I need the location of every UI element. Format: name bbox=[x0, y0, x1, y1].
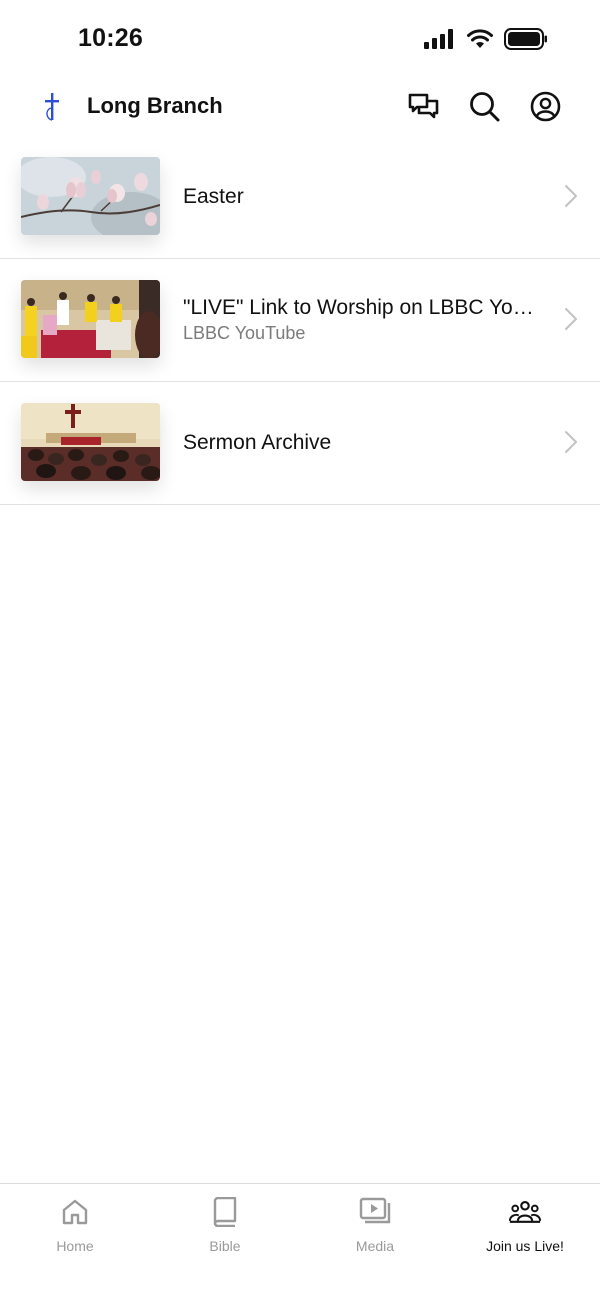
status-time: 10:26 bbox=[78, 24, 143, 52]
app-title: Long Branch bbox=[87, 93, 223, 118]
media-icon bbox=[359, 1196, 391, 1228]
tab-media[interactable]: Media bbox=[300, 1184, 450, 1264]
header-actions bbox=[407, 90, 562, 123]
search-icon[interactable] bbox=[468, 90, 501, 123]
list-item-sermon-archive[interactable]: Sermon Archive bbox=[0, 382, 600, 505]
chevron-right-icon bbox=[565, 431, 577, 453]
battery-icon bbox=[504, 28, 547, 50]
book-icon bbox=[209, 1196, 241, 1228]
tab-home[interactable]: Home bbox=[0, 1184, 150, 1264]
content-list: Easter "LIVE" Link to Worship on LBBC Yo… bbox=[0, 136, 600, 505]
item-title: Easter bbox=[183, 185, 244, 208]
item-text: Sermon Archive bbox=[183, 382, 540, 503]
item-text: "LIVE" Link to Worship on LBBC YouTube L… bbox=[183, 259, 540, 380]
item-subtitle: LBBC YouTube bbox=[183, 323, 306, 343]
cellular-signal-icon bbox=[424, 29, 453, 49]
profile-icon[interactable] bbox=[529, 90, 562, 123]
tab-label: Join us Live! bbox=[486, 1238, 564, 1254]
app-header: Long Branch bbox=[0, 80, 600, 136]
easter-thumbnail bbox=[21, 157, 160, 235]
list-item-easter[interactable]: Easter bbox=[0, 136, 600, 259]
chevron-right-icon bbox=[565, 308, 577, 330]
status-icons bbox=[424, 28, 548, 50]
home-icon bbox=[59, 1196, 91, 1228]
cross-icon[interactable] bbox=[40, 92, 64, 122]
tab-label: Media bbox=[355, 1238, 395, 1254]
list-item-live-worship[interactable]: "LIVE" Link to Worship on LBBC YouTube L… bbox=[0, 259, 600, 382]
tab-bible[interactable]: Bible bbox=[150, 1184, 300, 1264]
item-title: Sermon Archive bbox=[183, 431, 332, 454]
status-bar: 10:26 bbox=[0, 0, 600, 80]
tab-label: Bible bbox=[209, 1238, 241, 1254]
item-text: Easter bbox=[183, 136, 540, 257]
tab-label: Home bbox=[56, 1238, 94, 1254]
group-icon bbox=[509, 1196, 541, 1228]
live-worship-thumbnail bbox=[21, 280, 160, 358]
tab-bar: Home Bible Media Join us Live! bbox=[0, 1183, 600, 1300]
wifi-icon bbox=[467, 29, 493, 48]
tab-join-live[interactable]: Join us Live! bbox=[450, 1184, 600, 1264]
item-title: "LIVE" Link to Worship on LBBC YouTube bbox=[183, 296, 540, 319]
chat-icon[interactable] bbox=[407, 90, 440, 123]
chevron-right-icon bbox=[565, 185, 577, 207]
sermon-archive-thumbnail bbox=[21, 403, 160, 481]
